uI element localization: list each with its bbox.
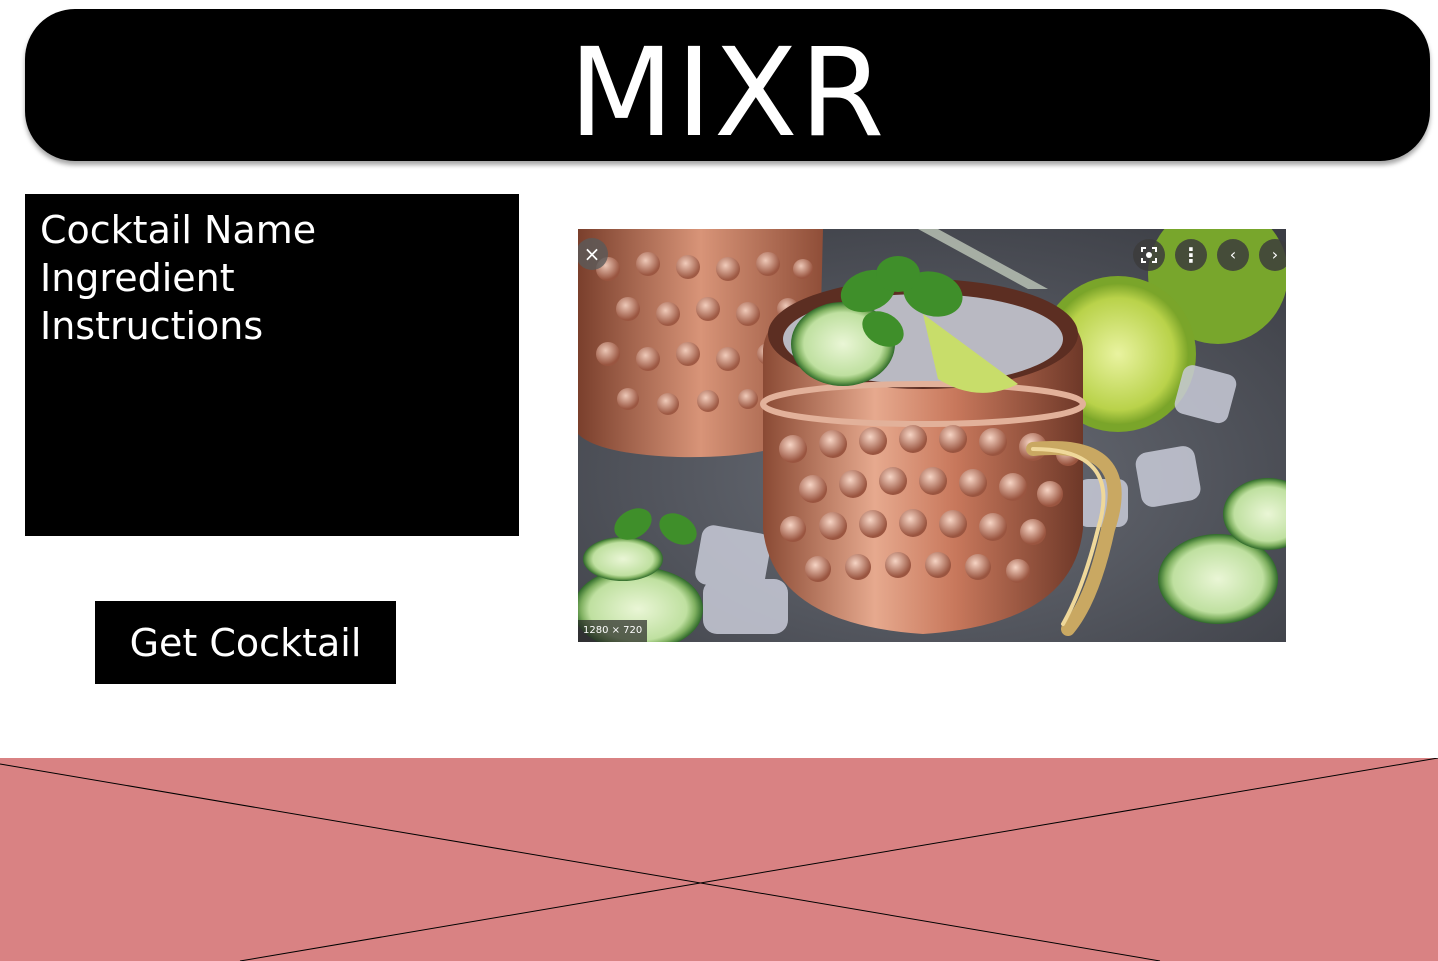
more-options-icon[interactable]: ⋮ xyxy=(1175,239,1207,271)
placeholder-cross xyxy=(0,758,1438,961)
moscow-mule-image xyxy=(578,229,1286,642)
visual-search-icon[interactable] xyxy=(1133,239,1165,271)
cocktail-info-panel: Cocktail Name Ingredient Instructions xyxy=(25,194,519,536)
get-cocktail-button[interactable]: Get Cocktail xyxy=(95,601,396,684)
instructions-label: Instructions xyxy=(40,304,264,348)
image-size-badge: 1280 × 720 xyxy=(578,620,648,642)
page: MIXR Cocktail Name Ingredient Instructio… xyxy=(0,0,1438,961)
chevron-left-icon[interactable]: ‹ xyxy=(1217,239,1249,271)
cocktail-photo: × ⋮ ‹ › 1280 × 720 xyxy=(578,229,1286,642)
image-placeholder xyxy=(0,758,1438,961)
ingredient-label: Ingredient xyxy=(40,256,235,300)
app-header: MIXR xyxy=(25,9,1430,161)
chevron-right-icon[interactable]: › xyxy=(1259,239,1286,271)
cocktail-name-label: Cocktail Name xyxy=(40,208,317,252)
app-title: MIXR xyxy=(568,22,887,164)
